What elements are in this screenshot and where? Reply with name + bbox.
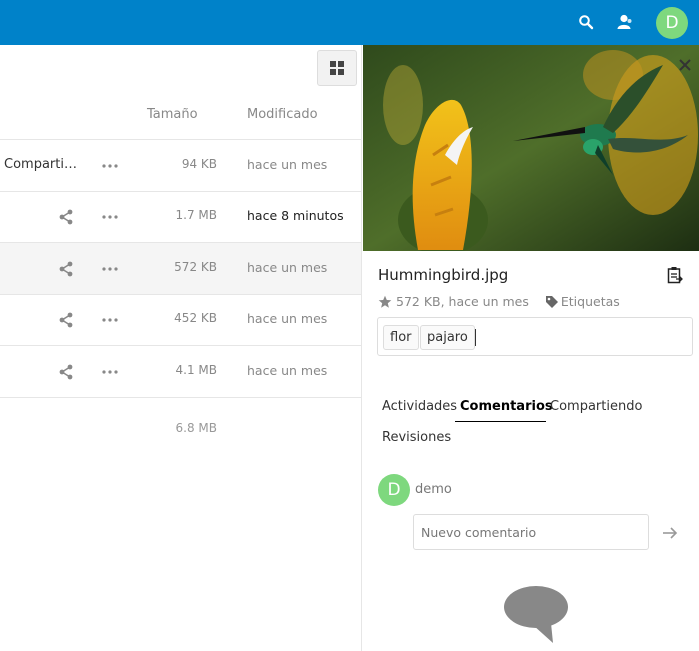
tab-activities[interactable]: Actividades <box>382 399 457 414</box>
file-row[interactable]: 452 KB hace un mes <box>0 294 361 346</box>
close-icon[interactable] <box>677 57 693 73</box>
file-modified: hace 8 minutos <box>247 208 344 223</box>
avatar-letter: D <box>387 480 401 500</box>
share-icon[interactable] <box>58 364 74 380</box>
tag-chip[interactable]: flor <box>383 325 419 350</box>
grid-view-icon <box>330 61 344 75</box>
text-cursor <box>475 329 476 346</box>
copy-link-icon[interactable] <box>667 266 683 284</box>
search-icon[interactable] <box>576 12 596 32</box>
file-meta: 572 KB, hace un mes Etiquetas <box>378 294 620 309</box>
contacts-icon[interactable] <box>615 12 635 32</box>
tags-label[interactable]: Etiquetas <box>561 294 620 309</box>
comment-username: demo <box>415 482 452 497</box>
comment-avatar: D <box>378 474 410 506</box>
file-row[interactable]: 1.7 MB hace 8 minutos <box>0 191 361 243</box>
active-tab-indicator <box>455 421 546 422</box>
file-row[interactable]: Comparti… 94 KB hace un mes <box>0 140 361 192</box>
file-size: 94 KB <box>181 157 217 171</box>
comment-bubble-icon <box>504 586 568 643</box>
file-size: 1.7 MB <box>175 208 217 222</box>
share-icon[interactable] <box>58 261 74 277</box>
file-row[interactable]: 4.1 MB hace un mes <box>0 346 361 398</box>
more-actions-icon[interactable] <box>102 318 118 322</box>
tag-chip[interactable]: pajaro <box>420 325 475 350</box>
tag-icon[interactable] <box>545 295 559 309</box>
details-sidebar: Hummingbird.jpg 572 KB, hace un mes Etiq… <box>361 45 699 651</box>
hummingbird-preview-image <box>363 45 699 251</box>
grid-view-button[interactable] <box>317 50 357 86</box>
more-actions-icon[interactable] <box>102 164 118 168</box>
new-comment-input[interactable] <box>413 514 649 550</box>
star-icon[interactable] <box>378 295 392 309</box>
file-modified: hace un mes <box>247 260 328 275</box>
file-modified: hace un mes <box>247 311 328 326</box>
total-size: 6.8 MB <box>175 421 217 435</box>
share-icon[interactable] <box>58 209 74 225</box>
file-list: Tamaño Modificado Comparti… 94 KB hace u… <box>0 45 361 651</box>
more-actions-icon[interactable] <box>102 215 118 219</box>
tab-sharing[interactable]: Compartiendo <box>550 399 642 414</box>
more-actions-icon[interactable] <box>102 370 118 374</box>
tags-input[interactable]: flor pajaro <box>377 317 693 356</box>
user-avatar[interactable]: D <box>656 7 688 39</box>
file-modified: hace un mes <box>247 157 328 172</box>
file-size: 452 KB <box>174 311 217 325</box>
tab-comments[interactable]: Comentarios <box>460 399 553 414</box>
file-size: 4.1 MB <box>175 363 217 377</box>
avatar-letter: D <box>665 13 679 33</box>
more-actions-icon[interactable] <box>102 267 118 271</box>
image-preview <box>363 45 699 251</box>
file-meta-text: 572 KB, hace un mes <box>396 294 529 309</box>
file-size: 572 KB <box>174 260 217 274</box>
share-icon[interactable] <box>58 312 74 328</box>
shared-label[interactable]: Comparti… <box>4 157 77 172</box>
tab-versions[interactable]: Revisiones <box>382 430 451 445</box>
file-name: Hummingbird.jpg <box>378 266 509 284</box>
file-modified: hace un mes <box>247 363 328 378</box>
column-header-size[interactable]: Tamaño <box>147 107 198 122</box>
top-header: D <box>0 0 699 45</box>
send-arrow-icon[interactable] <box>661 524 679 542</box>
file-row-selected[interactable]: 572 KB hace un mes <box>0 243 361 295</box>
column-header-modified[interactable]: Modificado <box>247 107 318 122</box>
